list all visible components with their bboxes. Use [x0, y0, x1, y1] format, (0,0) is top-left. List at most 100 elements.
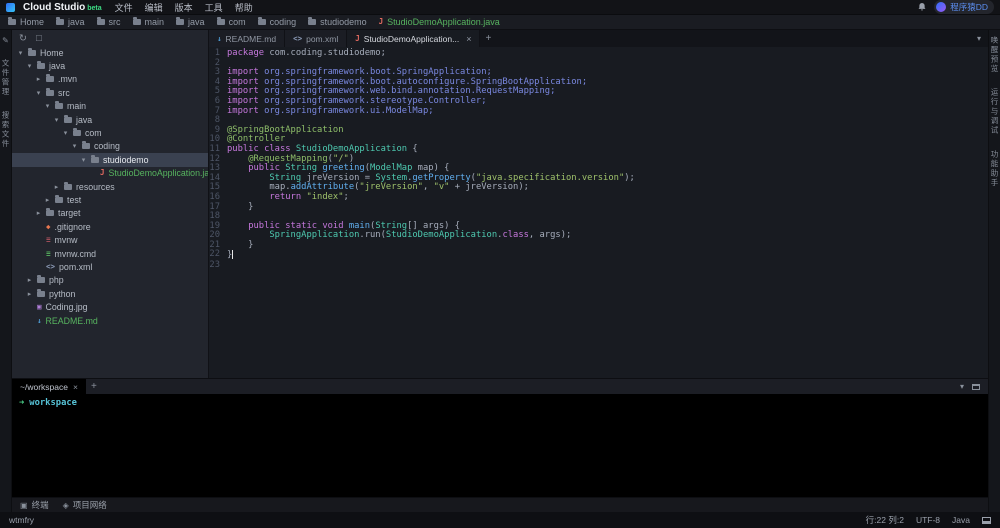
tree-file[interactable]: ◆.gitignore — [12, 220, 208, 233]
menu-item[interactable]: 帮助 — [230, 1, 258, 14]
activity-item[interactable]: 搜索文件 — [0, 111, 11, 149]
tab-overflow-icon[interactable]: ▾ — [970, 30, 988, 47]
text-cursor — [232, 250, 233, 259]
editor-tabs: ↓ README.md <>pom.xmlJStudioDemoApplicatio… — [209, 30, 988, 47]
chevron-right-icon: ▸ — [35, 75, 42, 83]
chevron-right-icon: ▸ — [53, 183, 60, 191]
tree-folder[interactable]: ▾ java — [12, 113, 208, 126]
breadcrumb-item[interactable]: Home — [8, 17, 44, 27]
app-title: Cloud Studiobeta — [23, 2, 102, 13]
tree-folder[interactable]: ▾studiodemo — [12, 153, 208, 166]
terminal-cwd: workspace — [29, 398, 77, 408]
tree-file[interactable]: ≡mvnw.cmd — [12, 247, 208, 260]
tree-folder[interactable]: ▸test — [12, 193, 208, 206]
tree-file[interactable]: ↓README.md — [12, 314, 208, 327]
close-icon[interactable]: × — [466, 34, 471, 44]
editor-tab[interactable]: JStudioDemoApplication...× — [347, 30, 480, 47]
folder-icon — [258, 19, 266, 25]
breadcrumb-item[interactable]: main — [133, 17, 165, 27]
tree-item-label: Coding.jpg — [46, 302, 88, 312]
new-terminal-button[interactable]: + — [86, 379, 102, 394]
tree-folder[interactable]: ▾java — [12, 59, 208, 72]
breadcrumb-item[interactable]: java — [176, 17, 205, 27]
panel-bar: ▣终端 ◈ 项目网络 — [12, 497, 988, 512]
breadcrumb-item[interactable]: coding — [258, 17, 297, 27]
edit-icon[interactable]: ✎ — [2, 36, 9, 45]
folder-icon — [46, 76, 54, 82]
cursor-position[interactable]: 行:22 列:2 — [866, 514, 904, 526]
menu-item[interactable]: 工具 — [200, 1, 228, 14]
tree-file[interactable]: ▣Coding.jpg — [12, 300, 208, 313]
code-line: 7import org.springframework.ui.ModelMap; — [209, 107, 988, 117]
project-network-tab[interactable]: ◈ 项目网络 — [63, 499, 107, 511]
breadcrumb-item[interactable]: src — [97, 17, 121, 27]
tree-item-label: php — [49, 275, 64, 285]
folder-icon — [8, 19, 16, 25]
folder-icon — [37, 291, 45, 297]
tree-file[interactable]: <>pom.xml — [12, 260, 208, 273]
breadcrumb-item[interactable]: java — [56, 17, 85, 27]
side-panel-item[interactable]: 功能助手 — [989, 150, 1000, 188]
tree-folder[interactable]: ▸resources — [12, 180, 208, 193]
close-icon[interactable]: × — [73, 382, 78, 392]
breadcrumb-item[interactable]: com — [217, 17, 246, 27]
collapse-all-icon[interactable]: □ — [36, 33, 42, 44]
avatar — [936, 2, 946, 12]
terminal-panel-tab[interactable]: ▣终端 — [20, 499, 49, 511]
folder-icon — [91, 157, 99, 163]
tree-folder[interactable]: ▸.mvn — [12, 73, 208, 86]
menu-item[interactable]: 版本 — [170, 1, 198, 14]
tree-item-label: java — [76, 115, 92, 125]
bell-icon[interactable] — [917, 2, 927, 12]
side-panel-item[interactable]: 唤醒预览 — [989, 36, 1000, 74]
tree-item-label: StudioDemoApplication.java — [109, 168, 208, 178]
code-line: 1package com.coding.studiodemo; — [209, 49, 988, 59]
tree-folder[interactable]: ▾ src — [12, 86, 208, 99]
chevron-down-icon: ▾ — [35, 89, 42, 97]
tree-file[interactable]: JStudioDemoApplication.java — [12, 167, 208, 180]
code-area[interactable]: 1package com.coding.studiodemo;23import … — [209, 47, 988, 378]
maximize-panel-icon[interactable] — [972, 384, 980, 390]
tree-folder[interactable]: ▸php — [12, 274, 208, 287]
user-chip[interactable]: 程序猿DD — [934, 0, 994, 14]
md-file-icon: ↓ — [217, 35, 222, 43]
terminal-tab[interactable]: ~/workspace × — [12, 379, 86, 394]
code-line: 16 return "index"; — [209, 193, 988, 203]
tree-folder[interactable]: ▾coding — [12, 140, 208, 153]
language-indicator[interactable]: Java — [952, 515, 970, 525]
terminal-tabbar: ~/workspace × + ▾ — [12, 379, 988, 394]
breadcrumb-item[interactable]: studiodemo — [308, 17, 367, 27]
titlebar-right: 程序猿DD — [917, 0, 994, 14]
refresh-icon[interactable]: ↻ — [19, 33, 27, 44]
tree-file[interactable]: ≡mvnw — [12, 233, 208, 246]
tree-folder[interactable]: ▾com — [12, 126, 208, 139]
breadcrumb-item[interactable]: JStudioDemoApplication.java — [379, 17, 500, 27]
menu-item[interactable]: 编辑 — [140, 1, 168, 14]
editor-tab[interactable]: <>pom.xml — [285, 30, 347, 47]
chevron-down-icon: ▾ — [26, 62, 33, 70]
beta-badge: beta — [87, 5, 101, 12]
terminal-output[interactable]: ➜workspace — [12, 394, 988, 497]
tree-folder[interactable]: ▸target — [12, 207, 208, 220]
panel-tab-label: 项目网络 — [73, 499, 107, 511]
chevron-down-icon: ▾ — [53, 116, 60, 124]
tree-folder[interactable]: ▾main — [12, 100, 208, 113]
encoding-indicator[interactable]: UTF-8 — [916, 515, 940, 525]
terminal-actions: ▾ — [952, 379, 988, 394]
side-panel-item[interactable]: 运行与调试 — [989, 88, 1000, 136]
network-icon: ◈ — [63, 501, 69, 510]
right-activity-bar: 唤醒预览运行与调试功能助手 — [988, 30, 1000, 512]
new-tab-button[interactable]: + — [480, 30, 496, 47]
tree-folder[interactable]: ▾Home — [12, 46, 208, 59]
layout-panel-icon[interactable] — [982, 517, 991, 524]
menu-item[interactable]: 文件 — [110, 1, 138, 14]
tab-label: README.md — [226, 34, 277, 44]
tree-folder[interactable]: ▸python — [12, 287, 208, 300]
tree-item-label: src — [58, 88, 70, 98]
folder-icon — [73, 130, 81, 136]
status-host[interactable]: wtmfry — [9, 515, 34, 525]
editor-tab[interactable]: ↓ README.md — [209, 30, 285, 47]
activity-item[interactable]: 文件管理 — [0, 59, 11, 97]
chevron-down-icon[interactable]: ▾ — [960, 382, 964, 391]
code-line: 23 — [209, 261, 988, 271]
